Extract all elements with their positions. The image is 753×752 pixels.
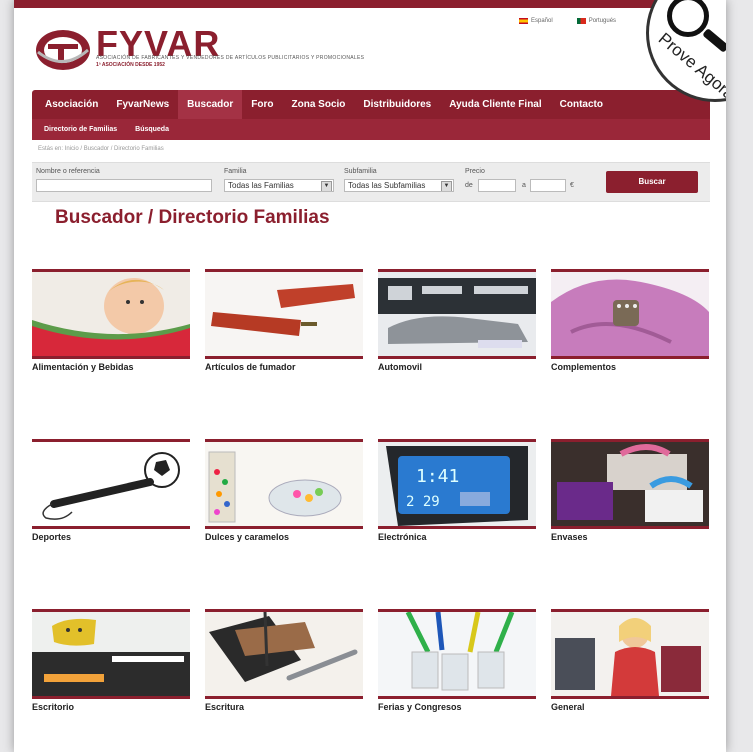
prove-agora-badge[interactable]: Prove Agora xyxy=(646,0,726,102)
breadcrumb: Estás en: Inicio / Buscador / Directorio… xyxy=(38,146,164,152)
family-tile-ferias[interactable]: Ferias y Congresos xyxy=(378,609,536,712)
familia-select-value: Todas las Familias xyxy=(228,181,294,190)
tagline: ASOCIACIÓN DE FABRICANTES Y VENDEDORES D… xyxy=(96,55,365,61)
family-tile-alimentacion[interactable]: Alimentación y Bebidas xyxy=(32,269,190,372)
family-label: Deportes xyxy=(32,532,72,542)
family-tile-complementos[interactable]: Complementos xyxy=(551,269,709,372)
family-label: Escritorio xyxy=(32,702,75,712)
family-tile-fumador[interactable]: Artículos de fumador xyxy=(205,269,363,372)
nav-item-distribuidores[interactable]: Distribuidores xyxy=(354,90,440,119)
ref-input[interactable] xyxy=(36,179,212,192)
family-label: Artículos de fumador xyxy=(205,362,296,372)
lang-es[interactable]: Español xyxy=(519,18,553,24)
family-image-complementos xyxy=(551,272,709,356)
family-image-general xyxy=(551,612,709,696)
nav-item-ayuda[interactable]: Ayuda Cliente Final xyxy=(440,90,550,119)
top-bar xyxy=(14,0,726,8)
currency-label: € xyxy=(570,182,574,189)
nav-item-buscador[interactable]: Buscador xyxy=(178,90,243,119)
portugal-flag-icon xyxy=(576,18,586,24)
family-tile-dulces[interactable]: Dulces y caramelos xyxy=(205,439,363,542)
magnifier-icon xyxy=(667,0,709,37)
search-button[interactable]: Buscar xyxy=(606,171,698,193)
familia-label: Familia xyxy=(224,168,247,175)
family-image-escritorio xyxy=(32,612,190,696)
precio-de-label: de xyxy=(465,182,473,189)
family-tile-envases[interactable]: Envases xyxy=(551,439,709,542)
fyvar-logo[interactable] xyxy=(34,28,92,72)
subfamilia-label: Subfamilia xyxy=(344,168,377,175)
main-nav: Asociación FyvarNews Buscador Foro Zona … xyxy=(32,90,710,140)
nav-item-foro[interactable]: Foro xyxy=(242,90,282,119)
family-tile-general[interactable]: General xyxy=(551,609,709,712)
family-image-deportes xyxy=(32,442,190,526)
spain-flag-icon xyxy=(519,18,528,24)
family-tile-automovil[interactable]: Automovil xyxy=(378,269,536,372)
tagline-since: 1ª ASOCIACIÓN DESDE 1952 xyxy=(96,62,165,68)
family-image-automovil xyxy=(378,272,536,356)
page: FYVAR ASOCIACIÓN DE FABRICANTES Y VENDED… xyxy=(14,0,726,752)
lang-pt[interactable]: Portugués xyxy=(576,18,617,24)
ref-label: Nombre o referencia xyxy=(36,168,100,175)
family-label: Automovil xyxy=(378,362,422,372)
family-tile-deportes[interactable]: Deportes xyxy=(32,439,190,542)
family-label: Escritura xyxy=(205,702,245,712)
family-label: Complementos xyxy=(551,362,617,372)
svg-text:2 29: 2 29 xyxy=(406,494,440,510)
nav-item-zona-socio[interactable]: Zona Socio xyxy=(283,90,355,119)
family-tile-escritura[interactable]: Escritura xyxy=(205,609,363,712)
familia-select[interactable]: Todas las Familias ▼ xyxy=(224,179,334,192)
family-tile-escritorio[interactable]: Escritorio xyxy=(32,609,190,712)
lang-pt-label: Portugués xyxy=(588,18,617,24)
magnifier-handle xyxy=(702,28,726,53)
search-bar: Nombre o referencia Familia Todas las Fa… xyxy=(32,162,710,202)
nav-item-fyvarnews[interactable]: FyvarNews xyxy=(107,90,178,119)
family-image-dulces xyxy=(205,442,363,526)
family-image-ferias xyxy=(378,612,536,696)
family-label: Dulces y caramelos xyxy=(205,532,290,542)
family-tile-electronica[interactable]: 1:41 2 29 Electrónica xyxy=(378,439,536,542)
subnav-item-directorio[interactable]: Directorio de Familias xyxy=(44,126,117,133)
family-image-alimentacion xyxy=(32,272,190,356)
chevron-down-icon: ▼ xyxy=(321,181,332,191)
precio-label: Precio xyxy=(465,168,485,175)
precio-max-input[interactable] xyxy=(530,179,566,192)
sub-nav: Directorio de Familias Búsqueda xyxy=(32,119,710,140)
subnav-item-busqueda[interactable]: Búsqueda xyxy=(135,126,169,133)
svg-text:1:41: 1:41 xyxy=(416,466,459,487)
family-label: Ferias y Congresos xyxy=(378,702,462,712)
chevron-down-icon: ▼ xyxy=(441,181,452,191)
precio-min-input[interactable] xyxy=(478,179,516,192)
page-title: Buscador / Directorio Familias xyxy=(55,207,330,228)
family-label: General xyxy=(551,702,585,712)
nav-item-contacto[interactable]: Contacto xyxy=(551,90,612,119)
family-image-escritura xyxy=(205,612,363,696)
family-image-envases xyxy=(551,442,709,526)
subfamilia-select-value: Todas las Subfamilias xyxy=(348,181,426,190)
family-image-fumador xyxy=(205,272,363,356)
family-label: Alimentación y Bebidas xyxy=(32,362,134,372)
family-label: Envases xyxy=(551,532,588,542)
precio-a-label: a xyxy=(522,182,526,189)
nav-item-asociacion[interactable]: Asociación xyxy=(36,90,107,119)
family-image-electronica: 1:41 2 29 xyxy=(378,442,536,526)
lang-es-label: Español xyxy=(531,18,553,24)
subfamilia-select[interactable]: Todas las Subfamilias ▼ xyxy=(344,179,454,192)
family-label: Electrónica xyxy=(378,532,427,542)
language-switcher: Español Portugués xyxy=(519,18,616,24)
